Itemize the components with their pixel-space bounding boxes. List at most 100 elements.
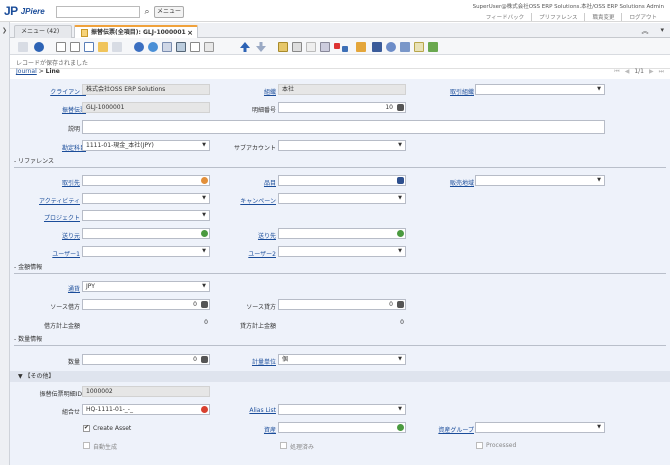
journal-label[interactable]: 振替伝票: [30, 105, 86, 114]
lock-icon[interactable]: [18, 42, 28, 52]
zoom-across-icon[interactable]: [320, 42, 330, 52]
request-icon[interactable]: [342, 46, 348, 52]
last-record-icon[interactable]: ⏭: [659, 68, 664, 76]
uom-label[interactable]: 計量単位: [220, 357, 276, 366]
dropdown-icon[interactable]: ▼: [395, 355, 405, 364]
report-icon[interactable]: [278, 42, 288, 52]
menu-button[interactable]: メニュー: [154, 6, 184, 18]
attachment-icon[interactable]: [162, 42, 172, 52]
product-input[interactable]: [278, 175, 406, 186]
down-arrow-icon[interactable]: [256, 42, 266, 52]
currency-label[interactable]: 通貨: [30, 284, 80, 293]
dropdown-icon[interactable]: ▼: [395, 194, 405, 203]
account-select[interactable]: 1111-01-現金_本社(JPY) ▼: [82, 140, 210, 151]
sales-region-select[interactable]: ▼: [475, 175, 605, 186]
product-label[interactable]: 品目: [228, 178, 276, 187]
product-info-icon[interactable]: [356, 42, 366, 52]
calculator-icon[interactable]: [397, 301, 404, 308]
ship-from-input[interactable]: [82, 228, 210, 239]
copy-record-icon[interactable]: [70, 42, 80, 52]
product-icon[interactable]: [397, 177, 404, 184]
bpartner-label[interactable]: 取引先: [30, 178, 80, 187]
asset-group-label[interactable]: 資産グループ: [428, 425, 474, 434]
dropdown-icon[interactable]: ▼: [594, 176, 604, 185]
trx-org-label[interactable]: 取引組織: [428, 87, 474, 96]
active-workflows-icon[interactable]: [334, 43, 340, 49]
location-icon[interactable]: [397, 230, 404, 237]
save-icon[interactable]: [112, 42, 122, 52]
next-record-icon[interactable]: ▶: [649, 68, 654, 76]
activity-select[interactable]: ▼: [82, 193, 210, 204]
sales-region-label[interactable]: 販売地域: [428, 178, 474, 187]
dropdown-icon[interactable]: ▼: [199, 141, 209, 150]
link-preferences[interactable]: プリファレンス: [531, 13, 584, 21]
west-panel-collapsed[interactable]: ❯: [0, 22, 10, 465]
dropdown-icon[interactable]: ▼: [199, 282, 209, 291]
dropdown-icon[interactable]: ▼: [594, 423, 604, 432]
user1-select[interactable]: ▼: [82, 246, 210, 257]
find-icon[interactable]: [148, 42, 158, 52]
grid-toggle-icon[interactable]: [190, 42, 200, 52]
uom-select[interactable]: 個 ▼: [278, 354, 406, 365]
new-record-icon[interactable]: [56, 42, 66, 52]
dropdown-icon[interactable]: ▼: [395, 405, 405, 414]
section-quantity[interactable]: - 数量情報: [10, 333, 670, 344]
section-amount[interactable]: - 金額情報: [10, 261, 670, 272]
breadcrumb-parent[interactable]: Journal: [16, 68, 37, 75]
project-select[interactable]: ▼: [82, 210, 210, 221]
delete-record-icon[interactable]: [84, 42, 94, 52]
tab-journal[interactable]: 振替伝票(全項目): GLJ-1000001 ×: [74, 25, 198, 38]
double-up-icon[interactable]: ︽: [641, 26, 648, 36]
dropdown-icon[interactable]: ▼: [199, 247, 209, 256]
campaign-label[interactable]: キャンペーン: [228, 196, 276, 205]
tab-menu[interactable]: メニュー (42): [14, 25, 72, 38]
user2-label[interactable]: ユーザー2: [228, 249, 276, 258]
section-reference[interactable]: - リファレンス: [10, 155, 670, 166]
account-combination-icon[interactable]: [201, 406, 208, 413]
account-label[interactable]: 勘定科目: [30, 143, 86, 152]
chat-icon[interactable]: [176, 42, 186, 52]
parent-record-icon[interactable]: [204, 42, 214, 52]
app-logo[interactable]: JP JPiere: [4, 4, 45, 18]
asset-group-select[interactable]: ▼: [475, 422, 605, 433]
quick-form-icon[interactable]: [428, 42, 438, 52]
file-import-icon[interactable]: [414, 42, 424, 52]
asset-input[interactable]: [278, 422, 406, 433]
ship-to-input[interactable]: [278, 228, 406, 239]
location-icon[interactable]: [201, 230, 208, 237]
src-credit-input[interactable]: 0: [278, 299, 406, 310]
dropdown-icon[interactable]: ▼: [199, 211, 209, 220]
combination-input[interactable]: HQ-1111-01-_-_: [82, 404, 210, 415]
expand-icon[interactable]: ❯: [2, 27, 7, 34]
delete-selected-icon[interactable]: [98, 42, 108, 52]
search-icon[interactable]: ⌕: [142, 6, 152, 18]
link-change-role[interactable]: 職責変更: [584, 13, 621, 21]
client-label[interactable]: クライアント: [30, 87, 86, 96]
ship-from-label[interactable]: 送り元: [30, 231, 80, 240]
subaccount-select[interactable]: ▼: [278, 140, 406, 151]
alias-label[interactable]: Alias List: [220, 407, 276, 414]
link-logout[interactable]: ログアウト: [621, 13, 664, 21]
bpartner-input[interactable]: [82, 175, 210, 186]
dropdown-icon[interactable]: ▼: [395, 247, 405, 256]
user2-select[interactable]: ▼: [278, 246, 406, 257]
qty-input[interactable]: 0: [82, 354, 210, 365]
calculator-icon[interactable]: [397, 104, 404, 111]
settings-gear-icon[interactable]: [386, 42, 396, 52]
description-textarea[interactable]: [82, 120, 605, 134]
person-icon[interactable]: [201, 177, 208, 184]
first-record-icon[interactable]: ⏮: [614, 68, 619, 76]
user1-label[interactable]: ユーザー1: [30, 249, 80, 258]
up-arrow-icon[interactable]: [240, 42, 250, 52]
link-feedback[interactable]: フィードバック: [479, 13, 531, 21]
project-label[interactable]: プロジェクト: [30, 213, 80, 222]
customize-icon[interactable]: [372, 42, 382, 52]
alias-select[interactable]: ▼: [278, 404, 406, 415]
ship-to-label[interactable]: 送り先: [228, 231, 276, 240]
trx-org-select[interactable]: ▼: [475, 84, 605, 95]
help-icon[interactable]: [34, 42, 44, 52]
dropdown-icon[interactable]: ▼: [199, 194, 209, 203]
refresh-icon[interactable]: [134, 42, 144, 52]
global-search-input[interactable]: [56, 6, 140, 18]
org-label[interactable]: 組織: [228, 87, 276, 96]
